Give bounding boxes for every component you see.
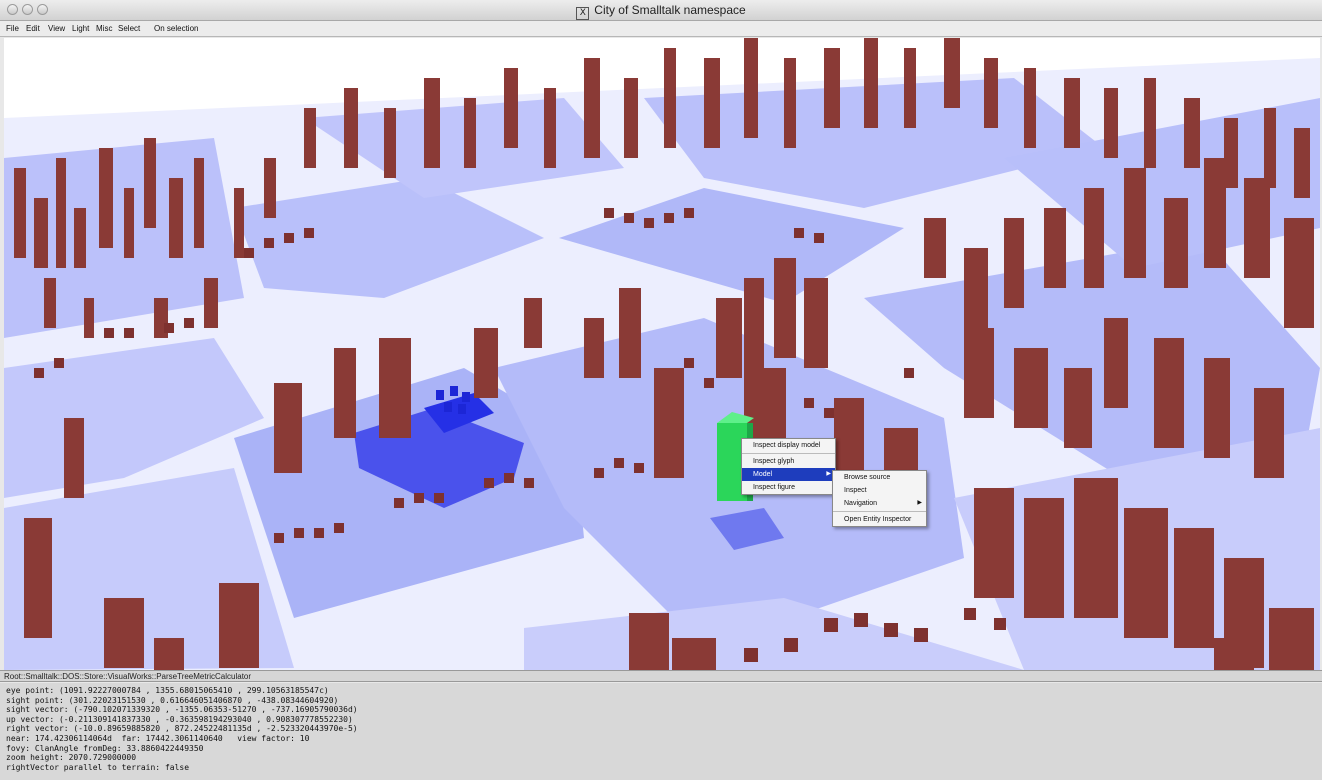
console-line: up vector: (-0.211309141837330 , -0.3635…: [6, 714, 353, 724]
menu-select[interactable]: Select: [118, 24, 140, 33]
menu-item-inspect-glyph[interactable]: Inspect glyph: [742, 455, 835, 468]
menu-separator: [833, 511, 926, 512]
menu-light[interactable]: Light: [72, 24, 89, 33]
console-line: near: 174.42306114064d far: 17442.306114…: [6, 733, 310, 743]
city-scene: [4, 38, 1320, 670]
console-line: zoom height: 2070.729000000: [6, 753, 137, 763]
menu-item-inspect-figure[interactable]: Inspect figure: [742, 481, 835, 494]
window-title: X City of Smalltalk namespace: [0, 3, 1322, 20]
submenu-arrow-icon: ▶: [826, 471, 831, 477]
menu-bar: File Edit View Light Misc Select On sele…: [0, 21, 1322, 37]
title-bar: X City of Smalltalk namespace: [0, 0, 1322, 21]
menu-separator: [742, 453, 835, 454]
submenu-item-inspect[interactable]: Inspect: [833, 484, 926, 497]
x11-icon: X: [576, 7, 590, 20]
selection-path-bar: Root::Smalltalk::DOS::Store::VisualWorks…: [0, 670, 1322, 682]
menu-item-inspect-display-model[interactable]: Inspect display model: [742, 439, 835, 452]
menu-on-selection[interactable]: On selection: [154, 24, 198, 33]
camera-info-console: eye point: (1091.92227000784 , 1355.6801…: [0, 683, 1322, 780]
menu-misc[interactable]: Misc: [96, 24, 112, 33]
menu-file[interactable]: File: [6, 24, 19, 33]
console-line: fovy: ClanAngle fromDeg: 33.886042244935…: [6, 743, 204, 753]
submenu-item-browse-source[interactable]: Browse source: [833, 471, 926, 484]
city-3d-viewport[interactable]: Inspect display model Inspect glyph Mode…: [4, 38, 1320, 670]
context-menu: Inspect display model Inspect glyph Mode…: [741, 438, 836, 495]
selection-path-text: Root::Smalltalk::DOS::Store::VisualWorks…: [4, 672, 252, 681]
console-line: sight vector: (-790.102071339320 , -1355…: [6, 705, 358, 715]
console-line: right vector: (-10.0.89659885820 , 872.2…: [6, 724, 358, 734]
console-line: rightVector parallel to terrain: false: [6, 762, 190, 772]
submenu-arrow-icon: ▶: [917, 500, 922, 506]
menu-item-model[interactable]: Model ▶: [742, 468, 835, 481]
model-submenu: Browse source Inspect Navigation ▶ Open E…: [832, 470, 927, 527]
menu-item-model-label: Model: [753, 471, 773, 478]
submenu-item-navigation-label: Navigation: [844, 500, 878, 507]
menu-edit[interactable]: Edit: [26, 24, 40, 33]
menu-view[interactable]: View: [48, 24, 65, 33]
console-line: eye point: (1091.92227000784 , 1355.6801…: [6, 686, 329, 695]
submenu-item-navigation[interactable]: Navigation ▶: [833, 497, 926, 510]
console-line: sight point: (301.22023151530 , 0.616646…: [6, 695, 339, 705]
submenu-item-open-entity-inspector[interactable]: Open Entity Inspector: [833, 513, 926, 526]
window-title-text: City of Smalltalk namespace: [594, 3, 746, 17]
